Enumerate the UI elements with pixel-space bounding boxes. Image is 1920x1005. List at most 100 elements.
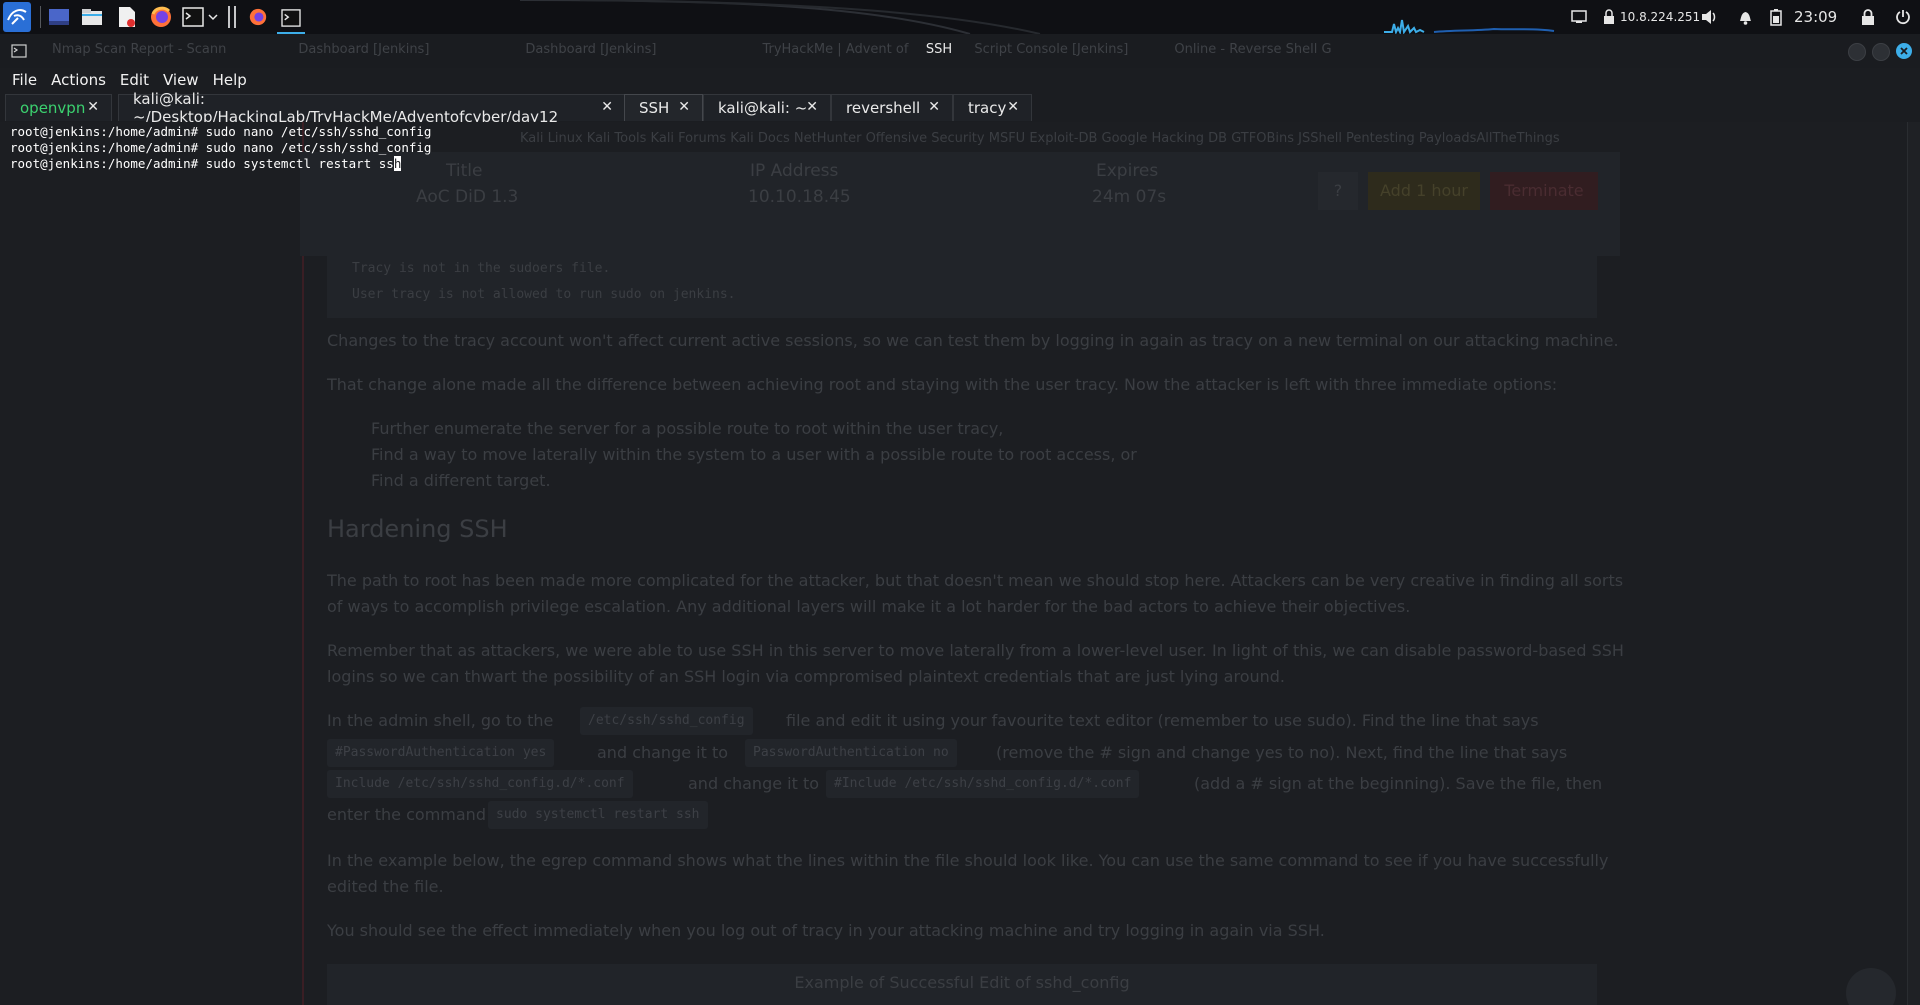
terminal-window: Nmap Scan Report - Scann Dashboard [Jenk… xyxy=(0,34,1920,1005)
tab-label: SSH xyxy=(639,99,670,117)
menu-bar: File Actions Edit View Help xyxy=(0,68,1920,92)
paragraph: That change alone made all the differenc… xyxy=(327,375,1558,394)
scroll-top-button xyxy=(1846,968,1896,1005)
tab-kali-home[interactable]: kali@kali: ~ ✕ xyxy=(703,94,831,121)
volume-icon[interactable] xyxy=(1701,0,1719,34)
paragraph-text: (remove the # sign and change yes to no)… xyxy=(996,743,1568,762)
paragraph-text: and change it to xyxy=(597,743,729,762)
notifications-bell-icon[interactable] xyxy=(1738,0,1753,34)
inline-code: #PasswordAuthentication yes xyxy=(327,739,555,767)
paragraph-text: and change it to xyxy=(688,774,820,793)
machine-expires: 24m 07s xyxy=(1092,187,1167,207)
window-titlebar[interactable]: Nmap Scan Report - Scann Dashboard [Jenk… xyxy=(0,34,1920,68)
tab-close-icon[interactable]: ✕ xyxy=(601,99,613,115)
bullet-item: Find a different target. xyxy=(371,471,551,490)
menu-actions[interactable]: Actions xyxy=(51,71,106,89)
panel-separator xyxy=(40,6,41,28)
tab-day12[interactable]: kali@kali: ~/Desktop/HackingLab/TryHackM… xyxy=(118,90,626,126)
bullet-item: Further enumerate the server for a possi… xyxy=(371,419,1004,438)
paragraph: You should see the effect immediately wh… xyxy=(327,921,1325,940)
network-activity-graph-icon xyxy=(1384,19,1555,34)
terminate-label: Terminate xyxy=(1504,181,1584,200)
tab-label: openvpn xyxy=(20,99,86,117)
ip-address: 10.8.224.251 xyxy=(1620,10,1701,24)
paragraph: edited the file. xyxy=(327,877,444,896)
section-heading: Hardening SSH xyxy=(327,515,508,543)
show-desktop-icon[interactable] xyxy=(46,4,72,30)
machine-ip: 10.10.18.45 xyxy=(748,187,851,207)
terminal-line: root@jenkins:/home/admin# sudo nano /etc… xyxy=(10,140,432,155)
inline-code: sudo systemctl restart ssh xyxy=(488,801,708,829)
tab-label: kali@kali: ~ xyxy=(718,99,808,117)
window-title: SSH xyxy=(925,42,953,57)
tab-close-icon[interactable]: ✕ xyxy=(678,99,690,115)
code-line: User tracy is not allowed to run sudo on… xyxy=(352,287,736,302)
minimize-button[interactable] xyxy=(1848,43,1866,61)
lock-screen-icon[interactable] xyxy=(1861,0,1875,34)
tab-close-icon[interactable]: ✕ xyxy=(806,99,818,115)
chevron-down-icon[interactable] xyxy=(203,4,223,30)
paragraph: Remember that as attackers, we were able… xyxy=(327,641,1624,660)
paragraph-text: (add a # sign at the beginning). Save th… xyxy=(1194,774,1603,793)
tab-tracy[interactable]: tracy ✕ xyxy=(953,94,1032,121)
help-button: ? xyxy=(1318,172,1358,210)
tab-label: revershell xyxy=(846,99,921,117)
firefox-icon[interactable] xyxy=(148,4,174,30)
menu-edit[interactable]: Edit xyxy=(120,71,149,89)
tab-close-icon[interactable]: ✕ xyxy=(928,99,940,115)
firefox-task-icon[interactable] xyxy=(245,4,271,30)
kali-menu-icon[interactable] xyxy=(3,2,31,32)
battery-icon[interactable] xyxy=(1770,0,1782,34)
background-browser-page: Kali Linux Kali Tools Kali Forums Kali D… xyxy=(0,122,1920,1005)
tab-label: tracy xyxy=(968,99,1007,117)
paragraph-text: In the admin shell, go to the xyxy=(327,711,554,730)
top-panel: 10.8.224.251 23:09 xyxy=(0,0,1920,35)
terminal-output: root@jenkins:/home/admin# sudo nano /etc… xyxy=(10,124,431,172)
paragraph: In the example below, the egrep command … xyxy=(327,851,1609,870)
terminal-line: root@jenkins:/home/admin# sudo nano /etc… xyxy=(10,124,432,139)
network-status[interactable]: 10.8.224.251 xyxy=(1602,0,1700,34)
paragraph: of ways to accomplish privilege escalati… xyxy=(327,597,1411,616)
paragraph: The path to root has been made more comp… xyxy=(327,571,1624,590)
machine-header-expires: Expires xyxy=(1096,161,1159,181)
terminal-line: root@jenkins:/home/admin# sudo systemctl… xyxy=(10,156,431,172)
paragraph-text: enter the command xyxy=(327,805,486,824)
vpn-lock-icon xyxy=(1604,9,1614,24)
paragraph-text: file and edit it using your favourite te… xyxy=(786,711,1539,730)
close-button[interactable] xyxy=(1896,43,1912,59)
bookmarks-bar: Kali Linux Kali Tools Kali Forums Kali D… xyxy=(520,131,1560,146)
terminate-button: Terminate xyxy=(1490,172,1598,210)
bullet-item: Find a way to move laterally within the … xyxy=(371,445,1137,464)
tab-openvpn[interactable]: openvpn ✕ xyxy=(5,94,112,121)
terminal-tab-bar: openvpn ✕ kali@kali: ~/Desktop/HackingLab… xyxy=(0,90,1920,126)
paragraph: logins so we can thwart the possibility … xyxy=(327,667,1286,686)
panel-separator xyxy=(228,6,230,28)
logout-icon[interactable] xyxy=(1895,0,1911,34)
add-hour-label: Add 1 hour xyxy=(1380,181,1468,200)
close-icon xyxy=(1900,47,1908,55)
panel-wallpaper-wave xyxy=(520,0,1041,34)
tab-close-icon[interactable]: ✕ xyxy=(1007,99,1019,115)
tab-ssh[interactable]: SSH ✕ xyxy=(624,94,703,121)
add-hour-button: Add 1 hour xyxy=(1368,172,1480,210)
text-editor-icon[interactable] xyxy=(114,4,140,30)
menu-file[interactable]: File xyxy=(12,71,37,89)
tab-close-icon[interactable]: ✕ xyxy=(87,99,99,115)
maximize-button[interactable] xyxy=(1872,43,1890,61)
paragraph: Changes to the tracy account won't affec… xyxy=(327,331,1619,350)
tab-revershell[interactable]: revershell ✕ xyxy=(831,94,953,121)
terminal-scrollbar[interactable] xyxy=(1907,122,1920,1005)
machine-header-ip: IP Address xyxy=(750,161,839,181)
screen-icon[interactable] xyxy=(1571,0,1587,34)
clock[interactable]: 23:09 xyxy=(1794,0,1837,34)
help-button-label: ? xyxy=(1333,181,1343,200)
file-manager-icon[interactable] xyxy=(79,4,105,30)
terminal-task-icon[interactable] xyxy=(277,4,305,34)
terminal-line-text: root@jenkins:/home/admin# sudo systemctl… xyxy=(10,156,394,171)
machine-header-title: Title xyxy=(446,161,483,181)
machine-title: AoC DiD 1.3 xyxy=(416,187,519,207)
menu-view[interactable]: View xyxy=(163,71,199,89)
terminal-content[interactable]: Kali Linux Kali Tools Kali Forums Kali D… xyxy=(0,122,1920,1005)
menu-help[interactable]: Help xyxy=(213,71,247,89)
clock-time: 23:09 xyxy=(1794,8,1838,26)
